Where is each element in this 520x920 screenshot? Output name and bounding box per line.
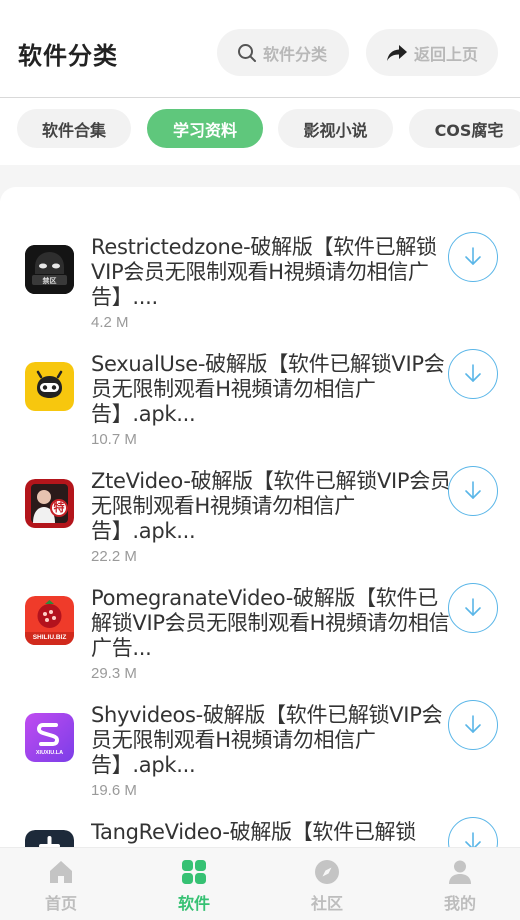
download-arrow-icon bbox=[465, 598, 481, 616]
list-item[interactable]: SHILIU.BIZ PomegranateVideo-破解版【软件已解锁VIP… bbox=[0, 583, 520, 700]
shyvideos-app-icon: XIUXIU.LA bbox=[25, 713, 74, 762]
sexualuse-app-icon bbox=[25, 362, 74, 411]
app-list: 禁区 Restrictedzone-破解版【软件已解锁VIP会员无限制观看H視頻… bbox=[0, 187, 520, 847]
user-icon bbox=[449, 860, 471, 884]
nav-home[interactable]: 首页 bbox=[0, 848, 126, 920]
search-button[interactable]: 软件分类 bbox=[217, 29, 349, 76]
apps-grid-icon bbox=[182, 860, 206, 884]
tab-software-collection[interactable]: 软件合集 bbox=[17, 109, 131, 148]
list-item[interactable]: 特 ZteVideo-破解版【软件已解锁VIP会员无限制观看H視頻请勿相信广告】… bbox=[0, 466, 520, 583]
app-title: TangReVideo-破解版【软件已解锁 bbox=[91, 820, 416, 844]
app-size: 22.2 M bbox=[91, 548, 137, 565]
download-arrow-icon bbox=[465, 364, 481, 382]
app-title: Shyvideos-破解版【软件已解锁VIP会员无限制观看H視頻请勿相信广告】.… bbox=[91, 703, 443, 777]
app-size: 29.3 M bbox=[91, 665, 137, 682]
download-button[interactable] bbox=[448, 349, 498, 399]
page-title: 软件分类 bbox=[18, 42, 118, 70]
compass-icon bbox=[315, 860, 339, 884]
nav-mine[interactable]: 我的 bbox=[395, 848, 520, 920]
restrictedzone-app-icon: 禁区 bbox=[25, 245, 74, 294]
category-tabs: 软件合集 学习资料 影视小说 COS腐宅 bbox=[0, 99, 520, 165]
header: 软件分类 软件分类 返回上页 bbox=[0, 0, 520, 98]
back-button[interactable]: 返回上页 bbox=[366, 29, 498, 76]
app-title: Restrictedzone-破解版【软件已解锁VIP会员无限制观看H視頻请勿相… bbox=[91, 235, 437, 309]
download-button[interactable] bbox=[448, 466, 498, 516]
download-button[interactable] bbox=[448, 232, 498, 282]
search-icon bbox=[238, 43, 256, 62]
list-item[interactable]: XIUXIU.LA Shyvideos-破解版【软件已解锁VIP会员无限制观看H… bbox=[0, 700, 520, 817]
bottom-nav: 首页 软件 社区 我的 bbox=[0, 847, 520, 920]
app-title: PomegranateVideo-破解版【软件已解锁VIP会员无限制观看H視頻请… bbox=[91, 586, 450, 660]
ztevideo-app-icon: 特 bbox=[25, 479, 74, 528]
download-arrow-icon bbox=[465, 715, 481, 733]
list-item[interactable]: 禁区 Restrictedzone-破解版【软件已解锁VIP会员无限制观看H視頻… bbox=[0, 232, 520, 349]
search-label: 软件分类 bbox=[263, 44, 328, 64]
tab-cos-otaku[interactable]: COS腐宅 bbox=[409, 109, 520, 148]
download-arrow-icon bbox=[465, 247, 481, 265]
nav-software[interactable]: 软件 bbox=[129, 848, 259, 920]
nav-software-label: 软件 bbox=[177, 894, 210, 913]
home-icon bbox=[50, 861, 72, 883]
share-arrow-icon bbox=[387, 44, 407, 61]
nav-community[interactable]: 社区 bbox=[262, 848, 392, 920]
list-item[interactable]: SexualUse-破解版【软件已解锁VIP会员无限制观看H視頻请勿相信广告】.… bbox=[0, 349, 520, 466]
pomegranate-app-icon: SHILIU.BIZ bbox=[25, 596, 74, 645]
download-button[interactable] bbox=[448, 700, 498, 750]
app-title: ZteVideo-破解版【软件已解锁VIP会员无限制观看H視頻请勿相信广告】.a… bbox=[91, 469, 451, 543]
back-label: 返回上页 bbox=[414, 44, 479, 64]
nav-mine-label: 我的 bbox=[443, 894, 476, 913]
app-title: SexualUse-破解版【软件已解锁VIP会员无限制观看H視頻请勿相信广告】.… bbox=[91, 352, 445, 426]
tangrevideo-app-icon bbox=[25, 830, 74, 847]
download-button[interactable] bbox=[448, 583, 498, 633]
tab-movies-novels[interactable]: 影视小说 bbox=[278, 109, 393, 148]
app-size: 4.2 M bbox=[91, 314, 129, 331]
download-arrow-icon bbox=[465, 481, 481, 499]
list-item[interactable]: TangReVideo-破解版【软件已解锁 bbox=[0, 817, 520, 847]
nav-community-label: 社区 bbox=[310, 894, 343, 913]
nav-home-label: 首页 bbox=[44, 894, 77, 913]
app-size: 19.6 M bbox=[91, 782, 137, 799]
app-size: 10.7 M bbox=[91, 431, 137, 448]
download-arrow-icon bbox=[465, 832, 481, 847]
tab-study-materials[interactable]: 学习资料 bbox=[147, 109, 263, 148]
